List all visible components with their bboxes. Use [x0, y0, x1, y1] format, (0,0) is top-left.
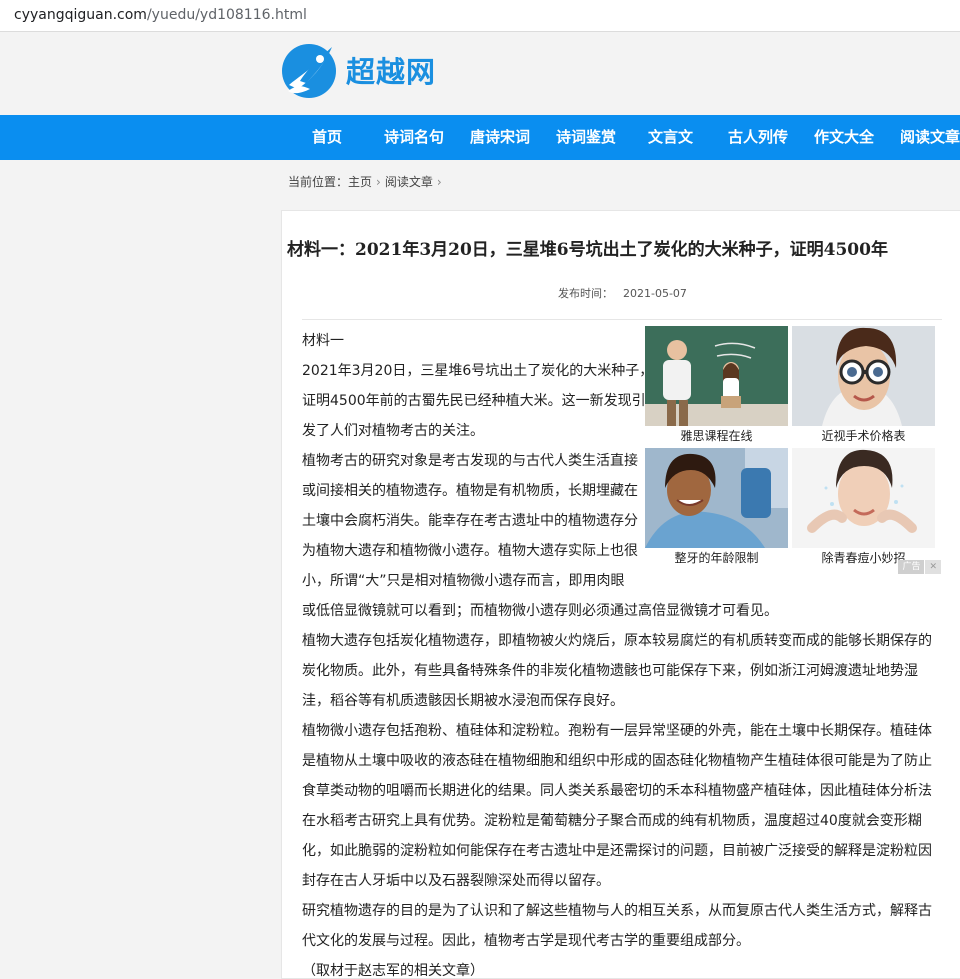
url-path: /yuedu/yd108116.html: [146, 7, 307, 23]
paragraph-line: 研究植物遗存的目的是为了认识和了解这些植物与人的相互关系，从而复原古代人类生活方…: [302, 903, 932, 919]
publish-time: 发布时间： 2021-05-07: [558, 285, 687, 301]
nav-item-biographies[interactable]: 古人列传: [728, 115, 788, 160]
publish-time-label: 发布时间：: [558, 287, 613, 300]
site-logo[interactable]: 超越网: [280, 40, 436, 100]
breadcrumb-home-link[interactable]: 主页: [348, 173, 372, 190]
ad-block: 雅思课程在线 近视手术价格表 整牙的年龄限制 除青春痘小妙招 广告 ✕: [645, 326, 941, 574]
url-text[interactable]: cyyangqiguan.com/yuedu/yd108116.html: [14, 7, 307, 23]
ad-mark: 广告 ✕: [898, 560, 941, 574]
paragraph-line: 在水稻考古研究上具有优势。淀粉粒是葡萄糖分子聚合而成的纯有机物质，温度超过40度…: [302, 813, 922, 829]
paragraph-line: 洼，稻谷等有机质遗骸因长期被水浸泡而保存良好。: [302, 693, 624, 709]
ad-caption: 近视手术价格表: [821, 429, 906, 443]
chevron-right-icon: ›: [436, 175, 442, 189]
paragraph-line: 化，如此脆弱的淀粉粒如何能保存在考古遗址中是还需探讨的问题，目前被广泛接受的解释…: [302, 843, 932, 859]
site-name: 超越网: [346, 55, 437, 89]
main-nav: 首页 诗词名句 唐诗宋词 诗词鉴赏 文言文 古人列传 作文大全 阅读文章: [0, 115, 960, 160]
article-title: 材料一：2021年3月20日，三星堆6号坑出土了炭化的大米种子，证明4500年: [287, 240, 888, 260]
address-bar[interactable]: cyyangqiguan.com/yuedu/yd108116.html: [0, 0, 960, 32]
publish-date: 2021-05-07: [623, 287, 687, 300]
paragraph-line: 炭化物质。此外，有些具备特殊条件的非炭化植物遗骸也可能保存下来，例如浙江河姆渡遗…: [302, 663, 918, 679]
nav-item-essays[interactable]: 作文大全: [814, 115, 874, 160]
nav-item-classical-chinese[interactable]: 文言文: [648, 115, 693, 160]
eye-test-glasses-photo-icon: [792, 326, 935, 426]
article-card: 材料一：2021年3月20日，三星堆6号坑出土了炭化的大米种子，证明4500年 …: [281, 210, 960, 979]
paragraph-line: 植物大遗存包括炭化植物遗存，即植物被火灼烧后，原本较易腐烂的有机质转变而成的能够…: [302, 633, 932, 649]
ad-item-braces[interactable]: 整牙的年龄限制: [645, 448, 788, 568]
nav-item-reading[interactable]: 阅读文章: [900, 115, 960, 160]
paragraph-line: 是植物从土壤中吸收的液态硅在植物细胞和组织中形成的固态硅化物植物产生植硅体很可能…: [302, 753, 932, 769]
paragraph-line: 植物微小遗存包括孢粉、植硅体和淀粉粒。孢粉有一层异常坚硬的外壳，能在土壤中长期保…: [302, 723, 932, 739]
chevron-right-icon: ›: [376, 175, 381, 189]
nav-item-appreciation[interactable]: 诗词鉴赏: [556, 115, 616, 160]
face-washing-photo-icon: [792, 448, 935, 548]
close-icon[interactable]: ✕: [925, 560, 941, 574]
url-host: cyyangqiguan.com: [14, 7, 147, 23]
nav-item-home[interactable]: 首页: [312, 115, 342, 160]
nav-item-tang-song[interactable]: 唐诗宋词: [470, 115, 530, 160]
ad-item-acne[interactable]: 除青春痘小妙招: [792, 448, 935, 568]
dental-patient-photo-icon: [645, 448, 788, 548]
ad-item-eye-surgery[interactable]: 近视手术价格表: [792, 326, 935, 446]
rocket-logo-icon: [282, 44, 336, 98]
article-source: （取材于赵志军的相关文章）: [302, 963, 484, 979]
paragraph-line: 封存在古人牙垢中以及石器裂隙深处而得以留存。: [302, 873, 610, 889]
paragraph-line: 代文化的发展与过程。因此，植物考古学是现代考古学的重要组成部分。: [302, 933, 750, 949]
nav-item-famous-lines[interactable]: 诗词名句: [384, 115, 444, 160]
teacher-classroom-photo-icon: [645, 326, 788, 426]
paragraph-line: 食草类动物的咀嚼而长期进化的结果。同人类关系最密切的禾本科植物盛产植硅体，因此植…: [302, 783, 932, 799]
ad-caption: 雅思课程在线: [680, 429, 753, 443]
site-header: 超越网: [0, 33, 960, 115]
ad-item-ielts[interactable]: 雅思课程在线: [645, 326, 788, 446]
breadcrumb: 当前位置：主页 › 阅读文章 ›: [288, 173, 446, 190]
paragraph-line: 或低倍显微镜就可以看到；而植物微小遗存则必须通过高倍显微镜才可看见。: [302, 603, 778, 619]
breadcrumb-label: 当前位置：: [288, 175, 349, 189]
breadcrumb-section-link[interactable]: 阅读文章: [385, 173, 433, 190]
ad-caption: 整牙的年龄限制: [674, 551, 759, 565]
ad-label: 广告: [898, 560, 925, 574]
title-divider: [302, 319, 942, 320]
